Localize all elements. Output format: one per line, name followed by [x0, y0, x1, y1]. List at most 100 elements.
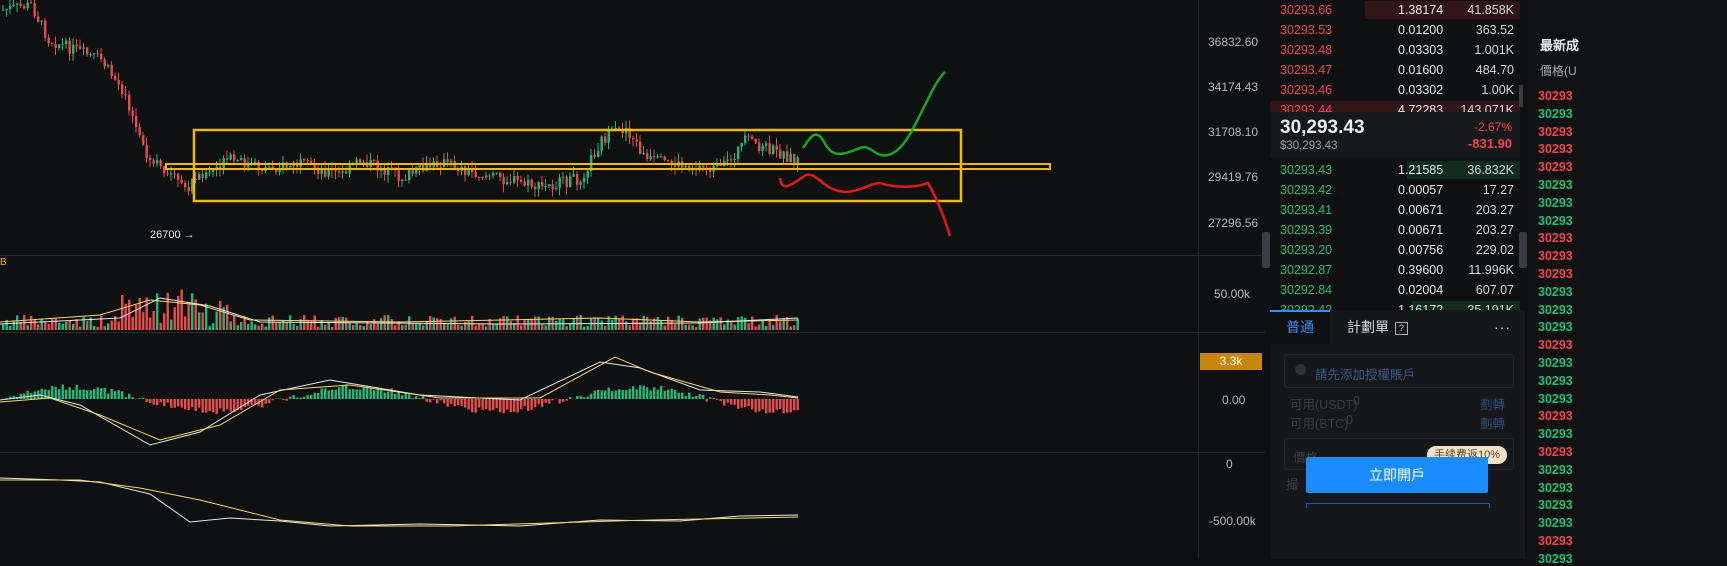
bid-row[interactable]: 30293.410.00671203.27 [1270, 200, 1520, 220]
volume-bar [72, 324, 74, 330]
bid-row[interactable]: 30293.200.00756229.02 [1270, 240, 1520, 260]
candle-body [639, 142, 641, 154]
ask-row[interactable]: 30293.480.033031.001K [1270, 40, 1520, 60]
volume-bar [86, 321, 88, 330]
macd-bar [195, 399, 197, 411]
candle-body [527, 180, 529, 186]
secondary-button-edge[interactable] [1306, 503, 1490, 508]
macd-bar [296, 398, 298, 399]
macd-bar [184, 399, 186, 409]
candle-body [240, 158, 242, 160]
macd-bar [440, 399, 442, 400]
volume-bar [597, 318, 599, 330]
bearish-projection-path [780, 175, 950, 236]
transfer-link[interactable]: 劃轉 [1480, 394, 1505, 413]
price-axis-label: 29419.76 [1208, 170, 1278, 184]
candle-body [744, 135, 746, 143]
open-account-button[interactable]: 立即開戶 [1306, 457, 1488, 493]
macd-bar [408, 394, 410, 399]
bid-row[interactable]: 30292.870.3960011.996K [1270, 260, 1520, 280]
macd-bar [503, 399, 505, 413]
orderbook-scrollbar[interactable] [1519, 85, 1523, 107]
bid-row[interactable]: 30293.420.0005717.27 [1270, 180, 1520, 200]
volume-bar [720, 317, 722, 330]
macd-bar [692, 397, 694, 399]
volume-bar [559, 319, 561, 330]
macd-bar [622, 390, 624, 399]
volume-bar [688, 325, 690, 330]
candle-body [254, 162, 256, 163]
candle-body [268, 167, 270, 168]
candle-body [153, 160, 155, 163]
macd-bar [27, 391, 29, 399]
macd-bar [765, 399, 767, 413]
ask-total: 1.001K [1474, 43, 1514, 57]
macd-bar [342, 386, 344, 399]
panel-collapse-handle[interactable] [1519, 232, 1527, 268]
more-options-icon[interactable]: ··· [1494, 310, 1511, 344]
volume-bar [167, 293, 169, 330]
macd-bar [646, 387, 648, 399]
chart-canvas [0, 0, 1265, 559]
macd-bar [352, 389, 354, 399]
candle-body [121, 84, 123, 94]
volume-bar [538, 317, 540, 330]
macd-bar [489, 399, 491, 411]
candle-body [48, 38, 50, 43]
volume-bar [440, 319, 442, 330]
candle-body [27, 2, 29, 8]
volume-bar [545, 325, 547, 330]
kline-chart[interactable]: 36832.60 34174.43 31708.10 29419.76 2729… [0, 0, 1265, 559]
tab-normal[interactable]: 普通 [1270, 310, 1330, 344]
bid-row[interactable]: 30293.390.00671203.27 [1270, 220, 1520, 240]
volume-bar [163, 313, 165, 330]
volume-bar [779, 321, 781, 330]
candle-body [6, 9, 8, 10]
volume-bar [380, 318, 382, 330]
candle-body [156, 160, 158, 163]
trade-price: 30293 [1538, 320, 1573, 334]
volume-bar [132, 317, 134, 330]
candle-body [587, 171, 589, 178]
tab-plan-order[interactable]: 計劃單 ? [1347, 310, 1408, 344]
macd-bar [531, 399, 533, 410]
macd-bar [79, 390, 81, 399]
macd-bar [366, 387, 368, 399]
radio-icon [1295, 364, 1306, 375]
macd-bar [671, 389, 673, 399]
candle-body [146, 145, 148, 158]
ask-row[interactable]: 30293.470.01600484.70 [1270, 60, 1520, 80]
ask-row[interactable]: 30293.460.033021.00K [1270, 80, 1520, 100]
macd-bar [534, 399, 536, 407]
volume-bar [321, 320, 323, 330]
volume-bar [363, 326, 365, 330]
candle-body [338, 171, 340, 172]
bid-price: 30293.43 [1280, 163, 1332, 177]
price-axis-label: 34174.43 [1208, 80, 1278, 94]
transfer-link[interactable]: 劃轉 [1480, 413, 1505, 432]
volume-bar [541, 324, 543, 330]
macd-bar [380, 390, 382, 399]
ask-row[interactable]: 30293.661.3817441.858K [1270, 0, 1520, 20]
volume-bar [338, 317, 340, 330]
volume-bar [100, 316, 102, 330]
macd-bar [569, 397, 571, 399]
candle-body [405, 180, 407, 181]
volume-bar [755, 327, 757, 330]
volume-bar [55, 318, 57, 330]
macd-bar [454, 399, 456, 406]
bid-row[interactable]: 30292.840.02004607.07 [1270, 280, 1520, 300]
help-icon[interactable]: ? [1395, 322, 1408, 335]
panel-collapse-handle[interactable] [1262, 232, 1270, 268]
macd-bar [758, 399, 760, 411]
available-usdt-label: 可用(USDT) [1290, 394, 1357, 413]
account-selector[interactable]: 請先添加授權賬戶 [1284, 354, 1514, 388]
bid-row[interactable]: 30293.431.2158536.832K [1270, 160, 1520, 180]
candle-body [86, 48, 88, 55]
macd-dif-line [0, 362, 798, 445]
ask-row[interactable]: 30293.530.01200363.52 [1270, 20, 1520, 40]
ask-amount: 0.01200 [1398, 23, 1443, 37]
volume-bar [398, 321, 400, 330]
candle-body [559, 178, 561, 188]
candle-body [226, 158, 228, 160]
